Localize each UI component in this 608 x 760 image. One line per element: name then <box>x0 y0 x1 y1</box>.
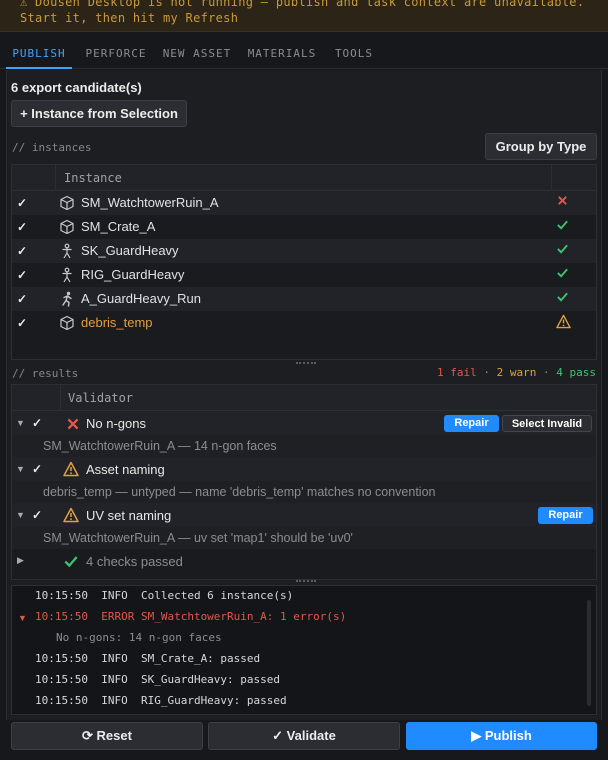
warn-count: 2 warn <box>496 366 537 379</box>
validator-checkbox[interactable]: ✓ <box>32 462 42 476</box>
results-section-label: // results <box>12 367 79 380</box>
validator-checkbox[interactable]: ✓ <box>32 508 42 522</box>
warning-banner: ⚠ Dousen Desktop is not running — publis… <box>0 0 608 32</box>
log-line: 10:15:50 INFO SM_Crate_A: passed <box>35 652 261 665</box>
validator-checkbox[interactable]: ✓ <box>32 416 42 430</box>
chevron-down-icon[interactable]: ▼ <box>18 613 27 623</box>
check-icon <box>556 218 569 234</box>
instance-name: debris_temp <box>81 315 153 330</box>
tab-bar: PUBLISH PERFORCE NEW ASSET MATERIALS TOO… <box>0 40 608 69</box>
splitter-handle[interactable] <box>296 580 316 582</box>
splitter-handle[interactable] <box>296 362 316 364</box>
check-icon <box>556 242 569 258</box>
validators-table: Validator ▼ ✓ No n-gons Repair Select In… <box>11 384 597 580</box>
log-console: 10:15:50 INFO Collected 6 instance(s) ▼ … <box>11 585 597 715</box>
instance-checkbox[interactable]: ✓ <box>17 220 27 234</box>
instance-name: SK_GuardHeavy <box>81 243 179 258</box>
tab-materials[interactable]: MATERIALS <box>244 40 320 69</box>
validator-label: Asset naming <box>86 462 165 477</box>
check-icon <box>64 556 78 568</box>
skeleton-icon <box>62 267 72 283</box>
log-line: 10:15:50 INFO Collected 6 instance(s) <box>35 589 294 602</box>
warning-icon <box>63 507 79 523</box>
validator-detail-row: SM_WatchtowerRuin_A — 14 n-gon faces <box>12 435 596 457</box>
warning-icon <box>556 314 571 332</box>
validator-row-uv-set-naming[interactable]: ▼ ✓ UV set naming Repair <box>12 503 596 527</box>
group-by-type-button[interactable]: Group by Type <box>485 133 597 160</box>
publish-button[interactable]: ▶ Publish <box>406 722 597 750</box>
instance-from-selection-button[interactable]: + Instance from Selection <box>11 100 187 127</box>
validator-row-asset-naming[interactable]: ▼ ✓ Asset naming <box>12 457 596 481</box>
skeleton-icon <box>62 243 72 259</box>
repair-button[interactable]: Repair <box>444 415 499 432</box>
instance-row[interactable]: ✓ SK_GuardHeavy <box>12 239 596 263</box>
instances-section-label: // instances <box>12 141 92 154</box>
chevron-down-icon[interactable]: ▼ <box>16 418 25 428</box>
fail-count: 1 fail <box>437 366 477 379</box>
check-icon <box>556 290 569 306</box>
log-line: 10:15:50 INFO SK_GuardHeavy: passed <box>35 673 281 686</box>
validators-table-header: Validator <box>12 385 596 411</box>
tab-new-asset[interactable]: NEW ASSET <box>160 40 234 69</box>
tab-perforce[interactable]: PERFORCE <box>80 40 152 69</box>
tab-tools[interactable]: TOOLS <box>330 40 378 69</box>
log-scrollbar[interactable] <box>587 600 591 706</box>
banner-text: ⚠ Dousen Desktop is not running — publis… <box>20 0 585 25</box>
validator-detail-row: debris_temp — untyped — name 'debris_tem… <box>12 481 596 503</box>
select-invalid-button[interactable]: Select Invalid <box>502 415 592 432</box>
repair-button[interactable]: Repair <box>538 507 593 524</box>
log-line: No n-gons: 14 n-gon faces <box>56 631 222 644</box>
chevron-down-icon[interactable]: ▼ <box>16 510 25 520</box>
instance-checkbox[interactable]: ✓ <box>17 196 27 210</box>
validator-column-header: Validator <box>68 391 134 405</box>
validator-label: UV set naming <box>86 508 172 523</box>
validator-detail: debris_temp — untyped — name 'debris_tem… <box>43 485 436 499</box>
instance-name: SM_WatchtowerRuin_A <box>81 195 219 210</box>
instance-name: RIG_GuardHeavy <box>81 267 185 282</box>
log-line: 10:15:50 INFO RIG_GuardHeavy: passed <box>35 694 287 707</box>
results-summary: 1 fail · 2 warn · 4 pass <box>437 366 596 379</box>
running-icon <box>62 291 72 307</box>
cube-icon <box>60 219 74 235</box>
cube-icon <box>60 195 74 211</box>
fail-icon <box>556 194 569 210</box>
instance-checkbox[interactable]: ✓ <box>17 268 27 282</box>
fail-icon <box>67 418 79 430</box>
instance-name: SM_Crate_A <box>81 219 156 234</box>
validator-label: No n-gons <box>86 416 146 431</box>
validate-button[interactable]: ✓ Validate <box>208 722 400 750</box>
tab-publish[interactable]: PUBLISH <box>6 40 72 69</box>
export-count: 6 export candidate(s) <box>11 80 142 95</box>
pass-count: 4 pass <box>556 366 596 379</box>
instance-row[interactable]: ✓ RIG_GuardHeavy <box>12 263 596 287</box>
validator-detail-row: SM_WatchtowerRuin_A — uv set 'map1' shou… <box>12 527 596 549</box>
chevron-right-icon[interactable]: ▶ <box>17 555 24 566</box>
check-icon <box>556 266 569 282</box>
cube-icon <box>60 315 74 331</box>
chevron-down-icon[interactable]: ▼ <box>16 464 25 474</box>
instance-row[interactable]: ✓ debris_temp <box>12 311 596 335</box>
validator-row-no-ngons[interactable]: ▼ ✓ No n-gons Repair Select Invalid <box>12 411 596 435</box>
instance-row[interactable]: ✓ A_GuardHeavy_Run <box>12 287 596 311</box>
instances-table-header: Instance <box>12 165 596 191</box>
instance-row[interactable]: ✓ SM_WatchtowerRuin_A <box>12 191 596 215</box>
instance-checkbox[interactable]: ✓ <box>17 316 27 330</box>
instance-checkbox[interactable]: ✓ <box>17 244 27 258</box>
instance-row[interactable]: ✓ SM_Crate_A <box>12 215 596 239</box>
instance-column-header: Instance <box>64 171 122 185</box>
reset-button[interactable]: ⟳ Reset <box>11 722 203 750</box>
warning-icon <box>63 461 79 477</box>
instances-table: Instance ✓ SM_WatchtowerRuin_A ✓ SM_Crate_A… <box>11 164 597 360</box>
passed-checks-label: 4 checks passed <box>86 554 183 569</box>
log-line: 10:15:50 ERROR SM_WatchtowerRuin_A: 1 er… <box>35 610 347 623</box>
instance-name: A_GuardHeavy_Run <box>81 291 201 306</box>
instance-checkbox[interactable]: ✓ <box>17 292 27 306</box>
validator-detail: SM_WatchtowerRuin_A — 14 n-gon faces <box>43 439 277 453</box>
passed-checks-row[interactable]: ▶ 4 checks passed <box>12 549 596 573</box>
validator-detail: SM_WatchtowerRuin_A — uv set 'map1' shou… <box>43 531 353 545</box>
